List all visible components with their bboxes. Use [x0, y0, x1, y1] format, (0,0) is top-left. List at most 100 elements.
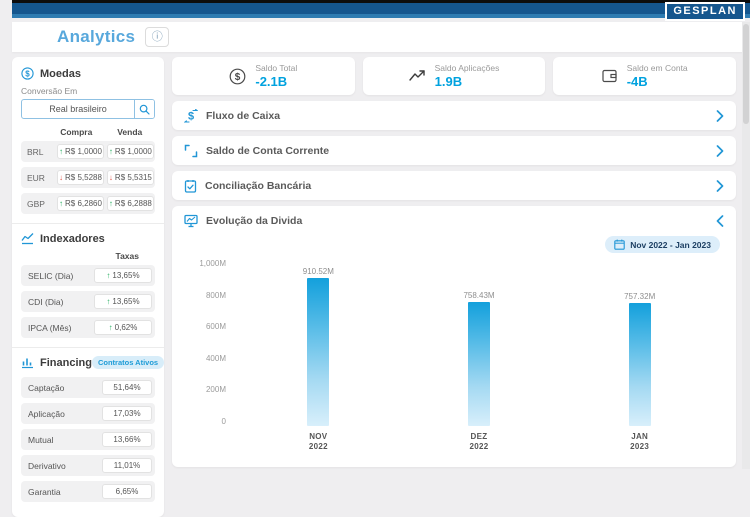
- page-header: Analytics ⓘ: [12, 22, 746, 52]
- venda-text: R$ 1,0000: [115, 147, 152, 156]
- y-tick: 400M: [206, 354, 226, 363]
- trend-arrow-icon: ↑: [109, 199, 113, 208]
- venda-text: R$ 5,5315: [115, 173, 152, 182]
- bar-area: 910.52M: [238, 263, 399, 426]
- trend-arrow-icon: ↑: [59, 147, 63, 156]
- summary-value: -4B: [627, 74, 688, 89]
- search-button[interactable]: [134, 100, 154, 118]
- financing-row: Garantia 6,65%: [21, 481, 155, 502]
- indexadores-section-header: Indexadores: [21, 232, 155, 245]
- divider: [12, 223, 164, 224]
- panel-title: Conciliação Bancária: [205, 180, 311, 192]
- x-axis-label: JAN 2023: [624, 432, 656, 453]
- panel-title: Evolução da Divida: [206, 215, 302, 227]
- compra-text: R$ 1,0000: [65, 147, 102, 156]
- navbar-band: GESPLAN: [12, 3, 750, 18]
- date-range-picker[interactable]: Nov 2022 - Jan 2023: [605, 236, 720, 253]
- gesplan-logo: GESPLAN: [665, 2, 745, 21]
- panel-header[interactable]: $ Fluxo de Caixa: [172, 101, 736, 130]
- financing-section-header: Financing Contratos Ativos: [21, 356, 155, 369]
- col-compra: Compra: [51, 127, 102, 137]
- currency-code: EUR: [27, 173, 54, 183]
- y-tick: 1,000M: [199, 259, 226, 268]
- date-range-row: Nov 2022 - Jan 2023: [188, 236, 720, 253]
- summary-text: Saldo em Conta -4B: [627, 63, 688, 89]
- x-axis-label: NOV 2022: [302, 432, 334, 453]
- wallet-icon: [602, 69, 618, 83]
- venda-value: ↑ R$ 6,2888: [107, 196, 154, 211]
- debt-bar-chart: 1,000M 800M 600M 400M 200M 0 910.52M: [188, 263, 720, 453]
- bar-group: 758.43M DEZ 2022: [399, 263, 560, 453]
- financing-label: Derivativo: [28, 461, 66, 471]
- indexador-text: 13,65%: [112, 271, 139, 280]
- trend-arrow-icon: ↓: [109, 173, 113, 182]
- currency-code: BRL: [27, 147, 54, 157]
- cash-flow-icon: $: [184, 109, 198, 123]
- summary-text: Saldo Total -2.1B: [255, 63, 297, 89]
- panel-saldo-conta-corrente: Saldo de Conta Corrente: [172, 136, 736, 165]
- y-tick: 800M: [206, 291, 226, 300]
- panel-evolucao-da-divida: Evolução da Divida: [172, 206, 736, 467]
- line-chart-icon: [21, 232, 34, 245]
- bar-dez-2022[interactable]: [468, 302, 490, 426]
- main-area: $ Saldo Total -2.1B Saldo Aplicações 1.9…: [172, 57, 736, 473]
- panel-conciliacao-bancaria: Conciliação Bancária: [172, 171, 736, 200]
- bar-group: 757.32M JAN 2023: [559, 263, 720, 453]
- y-axis: 1,000M 800M 600M 400M 200M 0: [192, 259, 238, 426]
- svg-text:$: $: [188, 110, 194, 122]
- compra-value: ↑ R$ 1,0000: [57, 144, 104, 159]
- currency-table-header: Compra Venda: [21, 127, 155, 137]
- panel-header[interactable]: Conciliação Bancária: [172, 171, 736, 200]
- trend-arrow-icon: ↑: [59, 199, 63, 208]
- indexadores-title: Indexadores: [40, 233, 105, 245]
- financing-label: Captação: [28, 383, 64, 393]
- panel-title: Saldo de Conta Corrente: [206, 145, 329, 157]
- trend-arrow-icon: ↑: [106, 271, 110, 280]
- chevron-right-icon: [716, 180, 724, 192]
- financing-label: Garantia: [28, 487, 61, 497]
- indexador-text: 0,62%: [115, 323, 138, 332]
- col-taxas: Taxas: [21, 251, 139, 261]
- summary-label: Saldo em Conta: [627, 63, 688, 73]
- panel-header[interactable]: Evolução da Divida: [172, 206, 736, 235]
- chevron-right-icon: [716, 110, 724, 122]
- indexador-value: ↑ 13,65%: [94, 268, 152, 283]
- contratos-ativos-badge[interactable]: Contratos Ativos: [92, 356, 164, 369]
- saldo-aplicacoes-card: Saldo Aplicações 1.9B: [363, 57, 546, 95]
- compra-text: R$ 5,5288: [65, 173, 102, 182]
- info-button[interactable]: ⓘ: [145, 27, 169, 47]
- financing-label: Mutual: [28, 435, 54, 445]
- sync-icon: [184, 144, 198, 158]
- financing-row: Derivativo 11,01%: [21, 455, 155, 476]
- indexador-row: SELIC (Dia) ↑ 13,65%: [21, 265, 155, 286]
- indexador-row: IPCA (Mês) ↑ 0,62%: [21, 317, 155, 338]
- summary-value: 1.9B: [435, 74, 500, 89]
- search-icon: [139, 104, 150, 115]
- dollar-circle-icon: $: [21, 67, 34, 80]
- currency-row: EUR ↓ R$ 5,5288 ↓ R$ 5,5315: [21, 167, 155, 188]
- indexador-label: CDI (Dia): [28, 297, 63, 307]
- chevron-right-icon: [716, 145, 724, 157]
- y-tick: 0: [222, 417, 226, 426]
- financing-value: 11,01%: [102, 458, 152, 473]
- trend-arrow-icon: ↓: [59, 173, 63, 182]
- bar-jan-2023[interactable]: [629, 303, 651, 426]
- financing-title: Financing: [40, 357, 92, 369]
- bar-nov-2022[interactable]: [307, 278, 329, 426]
- y-tick: 200M: [206, 385, 226, 394]
- panel-header[interactable]: Saldo de Conta Corrente: [172, 136, 736, 165]
- clipboard-check-icon: [184, 179, 197, 193]
- chevron-left-icon: [716, 215, 724, 227]
- vertical-scrollbar[interactable]: [742, 22, 750, 469]
- bar-chart-icon: [21, 356, 34, 369]
- scrollbar-thumb[interactable]: [743, 24, 749, 124]
- summary-label: Saldo Total: [255, 63, 297, 73]
- bar-area: 757.32M: [559, 263, 720, 426]
- currency-code: GBP: [27, 199, 54, 209]
- trend-up-icon: [409, 69, 426, 83]
- indexador-value: ↑ 13,65%: [94, 294, 152, 309]
- analytics-page: GESPLAN Analytics ⓘ $ Moedas Conversão E…: [0, 0, 750, 469]
- moedas-section-header: $ Moedas: [21, 67, 155, 80]
- conversion-input[interactable]: [22, 104, 134, 114]
- financing-row: Aplicação 17,03%: [21, 403, 155, 424]
